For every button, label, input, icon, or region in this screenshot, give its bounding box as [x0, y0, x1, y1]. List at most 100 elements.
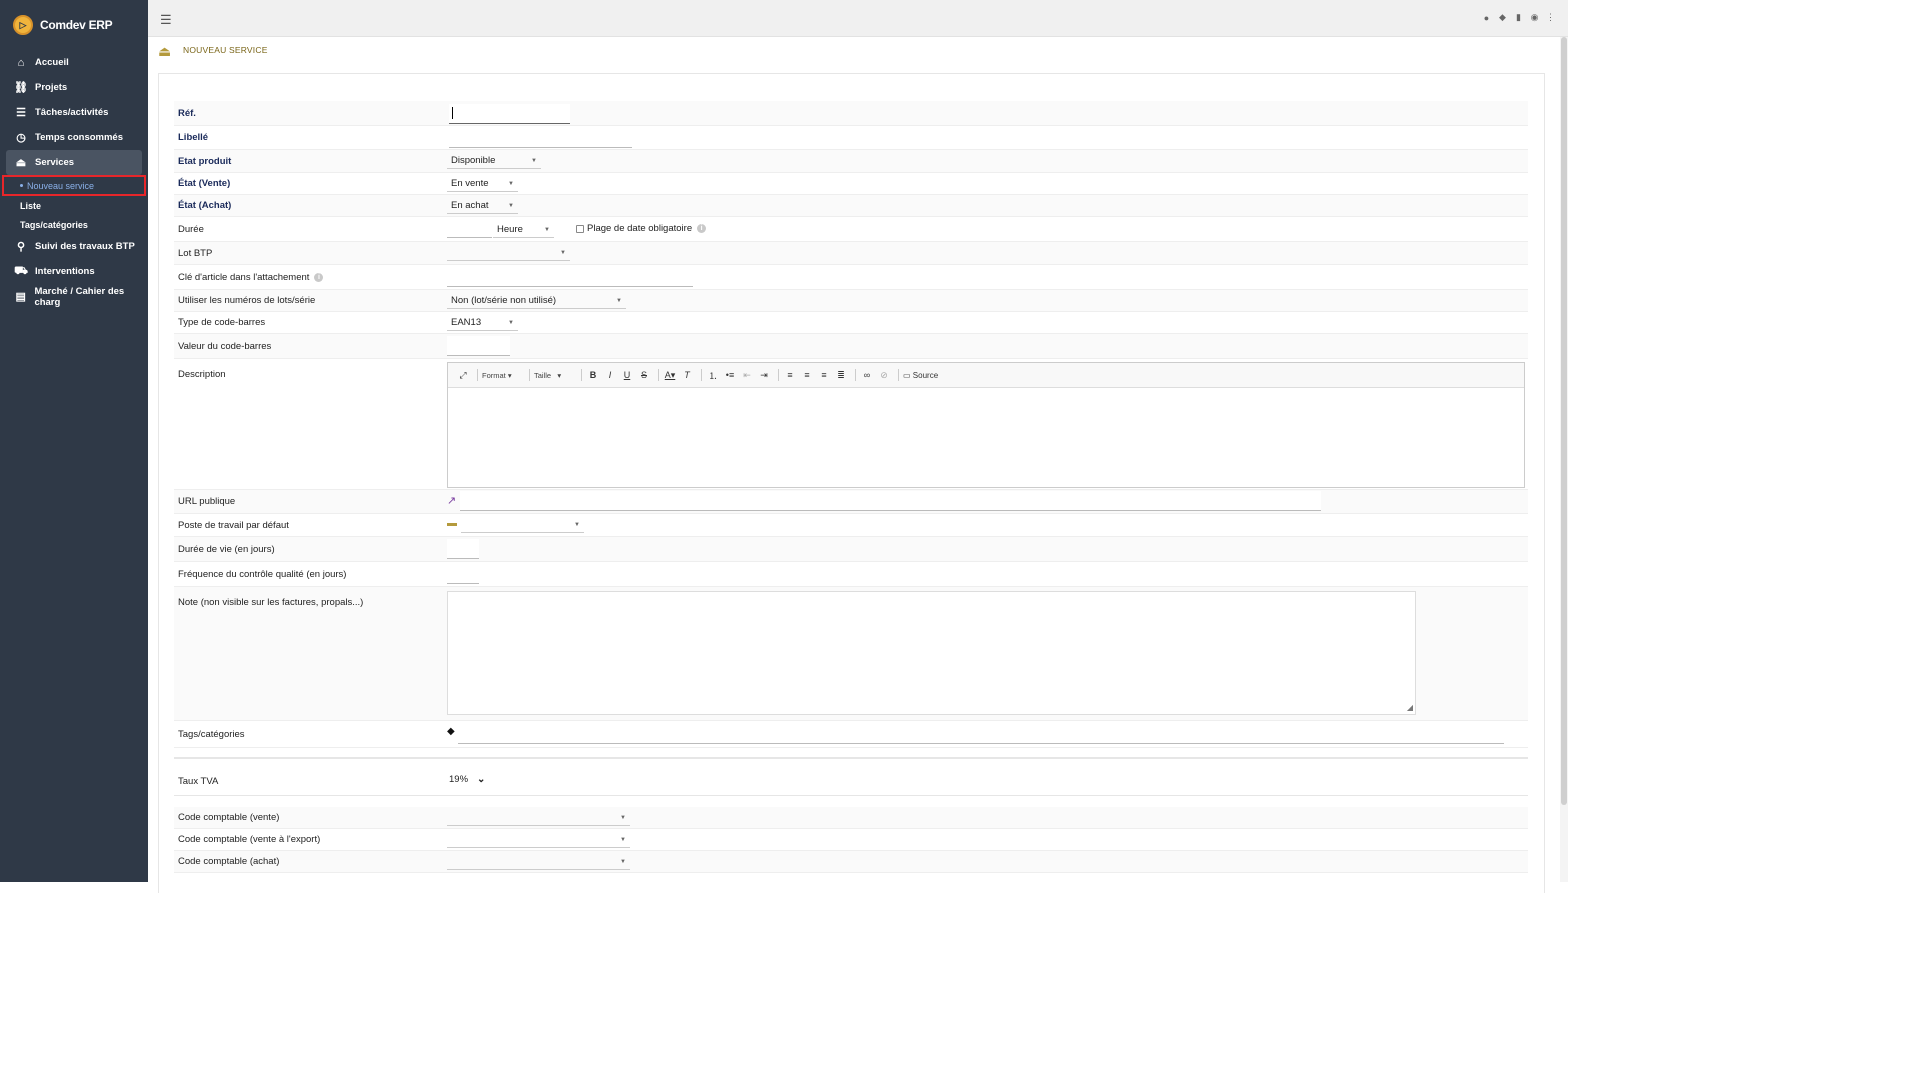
code-vente-select[interactable]: ▼: [447, 810, 630, 826]
unlink-icon[interactable]: ⊘: [877, 368, 891, 382]
bold-icon[interactable]: B: [586, 368, 600, 382]
source-button[interactable]: ▭ Source: [903, 368, 938, 382]
etat-achat-select[interactable]: En achat ▼: [447, 198, 518, 214]
lot-btp-select[interactable]: ▼: [447, 245, 570, 261]
code-vente-export-select[interactable]: ▼: [447, 832, 630, 848]
sidebar-item-taches[interactable]: ☰ Tâches/activités: [0, 100, 148, 125]
numbered-list-icon[interactable]: ⒈: [706, 368, 720, 382]
binoculars-icon: ⚲: [16, 241, 26, 253]
frequence-controle-input[interactable]: [447, 564, 479, 584]
valeur-code-barres-input[interactable]: [447, 336, 510, 356]
ref-input[interactable]: [449, 104, 570, 124]
etat-vente-select[interactable]: En vente ▼: [447, 176, 518, 192]
row-code-vente-export: Code comptable (vente à l'export) ▼: [174, 829, 1528, 851]
sidebar-item-temps[interactable]: ◷ Temps consommés: [0, 125, 148, 150]
etat-produit-select[interactable]: Disponible ▼: [447, 153, 541, 169]
plage-date-checkbox[interactable]: [576, 224, 584, 233]
bullet-list-icon[interactable]: •≡: [723, 368, 737, 382]
label-valeur-code-barres: Valeur du code-barres: [178, 340, 272, 352]
sidebar-subitem-tags[interactable]: Tags/catégories: [0, 215, 148, 234]
clipboard-icon[interactable]: ▮: [1513, 12, 1524, 23]
row-libelle: Libellé: [174, 126, 1528, 150]
duree-unit-select[interactable]: Heure ▼: [493, 222, 554, 238]
label-libelle: Libellé: [178, 132, 209, 143]
menu-toggle-icon[interactable]: ☰: [160, 12, 172, 28]
code-achat-select[interactable]: ▼: [447, 854, 630, 870]
sidebar-subitem-label: Tags/catégories: [20, 219, 88, 230]
format-dropdown[interactable]: Format ▾: [482, 368, 522, 382]
truck-icon: ⛟: [14, 264, 28, 277]
toolbar-separator: [581, 369, 582, 381]
row-duree-vie: Durée de vie (en jours): [174, 537, 1528, 562]
source-label: Source: [912, 370, 939, 380]
tags-input[interactable]: [458, 724, 1504, 744]
align-left-icon[interactable]: ≡: [783, 368, 797, 382]
underline-icon[interactable]: U: [620, 368, 634, 382]
source-icon: ▭: [903, 370, 911, 380]
sidebar-item-suivi-btp[interactable]: ⚲ Suivi des travaux BTP: [0, 234, 148, 259]
type-code-barres-select[interactable]: EAN13 ▼: [447, 315, 518, 331]
row-code-vente: Code comptable (vente) ▼: [174, 807, 1528, 829]
row-code-achat: Code comptable (achat) ▼: [174, 851, 1528, 873]
notification-icon[interactable]: ●: [1481, 12, 1492, 23]
sidebar-item-projets[interactable]: ⛓ Projets: [0, 75, 148, 100]
sidebar-item-accueil[interactable]: ⌂ Accueil: [0, 50, 148, 75]
link-icon[interactable]: ∞: [860, 368, 874, 382]
taux-tva-select[interactable]: 19% ⌄: [449, 774, 485, 785]
libelle-input[interactable]: [449, 128, 632, 148]
toolbar-separator: [701, 369, 702, 381]
info-icon[interactable]: i: [314, 272, 324, 282]
maximize-icon[interactable]: ⤢: [456, 368, 470, 382]
workstation-icon: ▬: [447, 518, 457, 529]
chevron-down-icon: ▼: [508, 181, 514, 187]
scrollbar-thumb[interactable]: [1561, 37, 1567, 805]
info-icon[interactable]: i: [697, 224, 707, 233]
accounting-section: Code comptable (vente) ▼ Code comptable …: [174, 807, 1528, 873]
sidebar-item-label: Projets: [35, 82, 68, 93]
more-menu-icon[interactable]: ⋮: [1545, 12, 1556, 23]
row-valeur-code-barres: Valeur du code-barres: [174, 334, 1528, 359]
note-textarea[interactable]: ◢: [447, 591, 1416, 715]
indent-icon[interactable]: ⇥: [757, 368, 771, 382]
url-publique-input[interactable]: [460, 491, 1321, 511]
sidebar: ▷ Comdev ERP ⌂ Accueil ⛓ Projets ☰ Tâche…: [0, 0, 148, 882]
sidebar-item-services[interactable]: ⏏ Services: [6, 150, 142, 175]
chevron-down-icon: ▼: [616, 298, 622, 304]
strikethrough-icon[interactable]: S: [637, 368, 651, 382]
remove-format-icon[interactable]: T: [680, 368, 694, 382]
align-center-icon[interactable]: ≡: [800, 368, 814, 382]
duree-input[interactable]: [447, 220, 492, 238]
sidebar-item-label: Accueil: [35, 57, 69, 68]
editor-toolbar: ⤢ Format ▾ Taille ▾ B I U S A▾ T ⒈ •≡ ⇤ …: [448, 363, 1524, 388]
italic-icon[interactable]: I: [603, 368, 617, 382]
poste-travail-select[interactable]: ▼: [461, 517, 584, 533]
cle-article-input[interactable]: [447, 267, 693, 287]
align-justify-icon[interactable]: ≣: [834, 368, 848, 382]
label-cle-article: Clé d'article dans l'attachement: [178, 271, 310, 283]
external-link-icon[interactable]: ↗: [447, 494, 456, 507]
section-divider: [174, 757, 1528, 759]
taille-dropdown-label: Taille: [534, 370, 552, 380]
service-form: Réf. Libellé Etat produit Disponible ▼ Ét…: [174, 101, 1528, 748]
sidebar-item-interventions[interactable]: ⛟ Interventions: [0, 259, 148, 284]
label-etat-produit: Etat produit: [178, 155, 232, 167]
clock-icon: ◷: [16, 132, 26, 144]
text-color-icon[interactable]: A▾: [663, 368, 677, 382]
taille-dropdown[interactable]: Taille ▾: [534, 368, 574, 382]
plage-date-label: Plage de date obligatoire: [587, 223, 693, 234]
align-right-icon[interactable]: ≡: [817, 368, 831, 382]
brand[interactable]: ▷ Comdev ERP: [0, 0, 148, 50]
sidebar-subitem-liste[interactable]: Liste: [0, 196, 148, 215]
scrollbar[interactable]: [1560, 37, 1568, 882]
sidebar-subitem-nouveau-service[interactable]: Nouveau service: [2, 175, 146, 196]
resize-handle-icon[interactable]: ◢: [1407, 703, 1413, 712]
chat-icon[interactable]: ◆: [1497, 12, 1508, 23]
row-cle-article: Clé d'article dans l'attachement i: [174, 265, 1528, 290]
user-avatar-icon[interactable]: ◉: [1529, 12, 1540, 23]
sidebar-item-label: Marché / Cahier des charg: [34, 285, 125, 308]
duree-vie-input[interactable]: [447, 539, 479, 559]
outdent-icon[interactable]: ⇤: [740, 368, 754, 382]
sidebar-item-marche[interactable]: ▤ Marché / Cahier des charg: [0, 284, 148, 309]
lots-serie-select[interactable]: Non (lot/série non utilisé) ▼: [447, 293, 626, 309]
label-etat-achat: État (Achat): [178, 200, 232, 211]
